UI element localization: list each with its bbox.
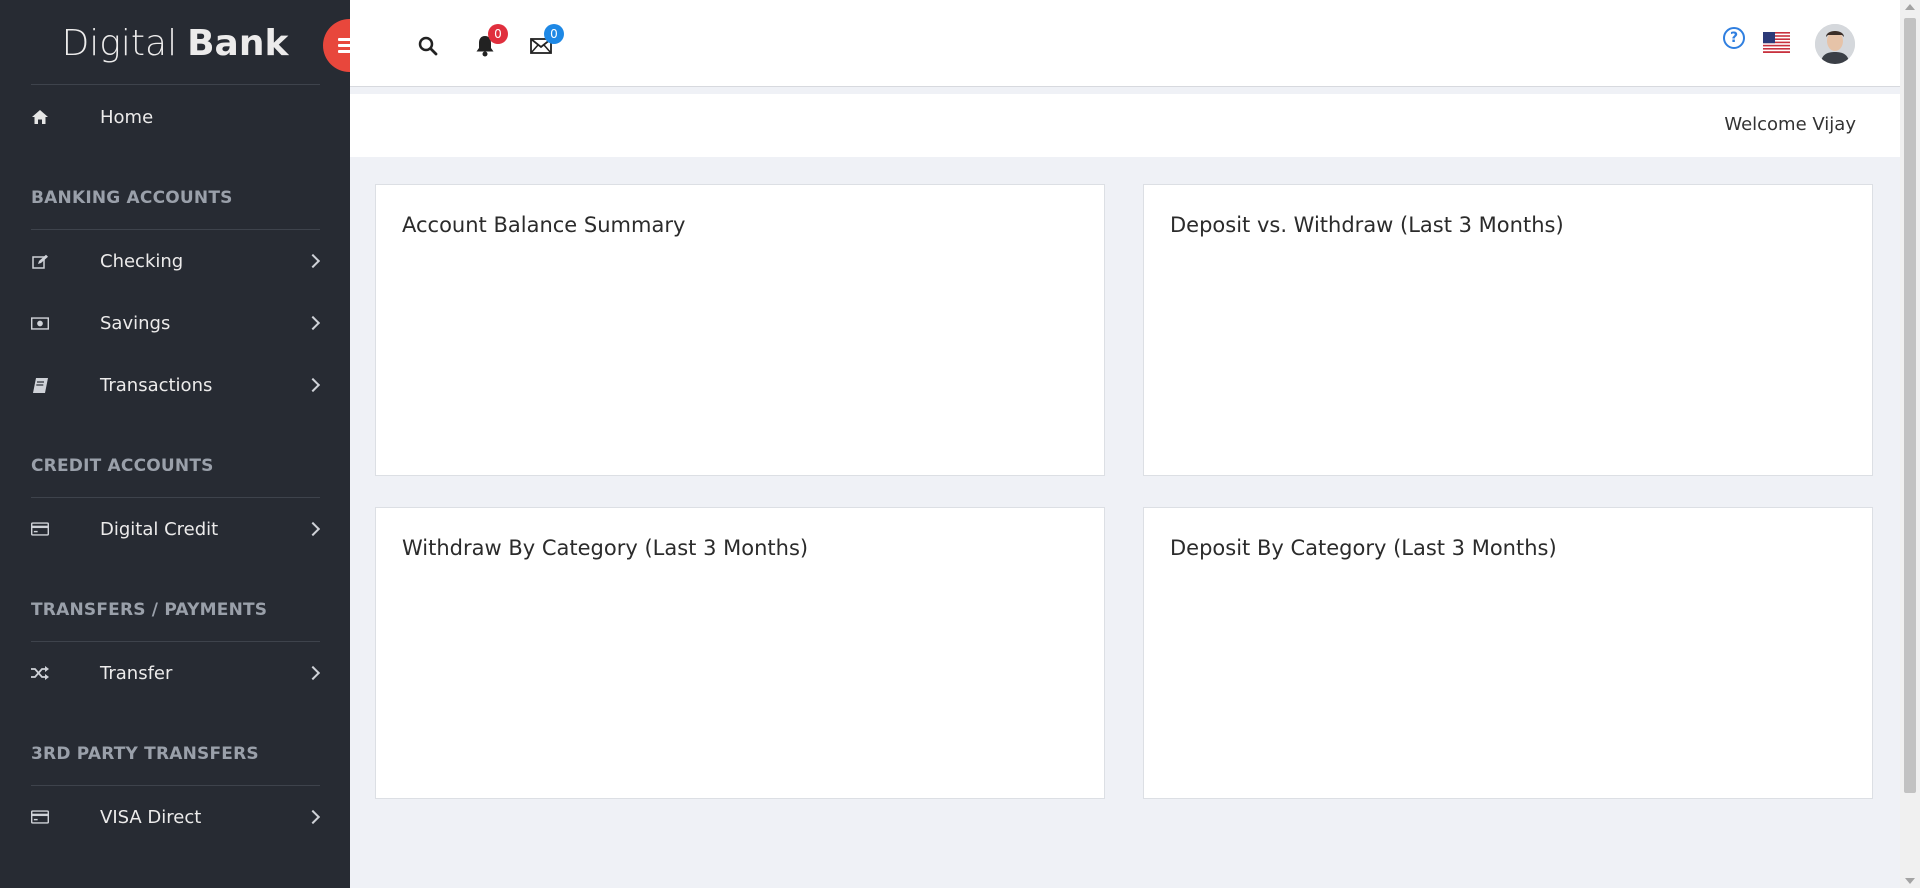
card-title: Deposit By Category (Last 3 Months): [1170, 536, 1557, 560]
user-avatar-icon: [1815, 24, 1855, 64]
sidebar-item-label: Savings: [100, 312, 171, 334]
section-title-third-party: 3RD PARTY TRANSFERS: [31, 744, 259, 764]
sidebar-item-label: Transactions: [100, 374, 213, 396]
sidebar-item-label: Home: [100, 106, 154, 128]
sidebar-item-label: VISA Direct: [100, 806, 202, 828]
scrollbar-thumb[interactable]: [1904, 18, 1916, 793]
scroll-down-arrow-icon[interactable]: [1905, 878, 1915, 884]
sidebar: Digital Bank Home BANKING ACCOUNTS Check…: [0, 0, 350, 888]
notifications-button[interactable]: 0: [472, 24, 508, 59]
card-title: Account Balance Summary: [402, 213, 686, 237]
sidebar-item-label: Digital Credit: [100, 518, 219, 540]
chevron-right-icon: [305, 521, 321, 537]
credit-card-icon: [31, 808, 49, 826]
section-title-transfers: TRANSFERS / PAYMENTS: [31, 600, 268, 620]
card-title: Deposit vs. Withdraw (Last 3 Months): [1170, 213, 1564, 237]
card-account-balance-summary: Account Balance Summary: [375, 184, 1105, 476]
sidebar-item-checking[interactable]: Checking: [0, 230, 350, 292]
top-bar: 0 0: [350, 0, 1900, 87]
sidebar-item-transfer[interactable]: Transfer: [0, 642, 350, 704]
us-flag-icon[interactable]: [1763, 32, 1790, 53]
sidebar-item-digital-credit[interactable]: Digital Credit: [0, 498, 350, 560]
messages-button[interactable]: 0: [528, 24, 564, 59]
section-title-credit: CREDIT ACCOUNTS: [31, 456, 214, 476]
welcome-bar: Welcome Vijay: [350, 94, 1900, 157]
welcome-message: Welcome Vijay: [1724, 114, 1856, 135]
credit-card-icon: [31, 520, 49, 538]
notifications-badge: 0: [488, 24, 508, 44]
chevron-right-icon: [305, 315, 321, 331]
chevron-right-icon: [305, 377, 321, 393]
home-icon: [31, 108, 49, 126]
shuffle-icon: [31, 664, 49, 682]
scroll-up-arrow-icon[interactable]: [1905, 4, 1915, 10]
vertical-scrollbar[interactable]: [1900, 0, 1920, 888]
sidebar-item-label: Transfer: [100, 662, 173, 684]
avatar[interactable]: [1815, 24, 1855, 64]
brand-light: Digital: [61, 22, 178, 64]
sidebar-item-label: Checking: [100, 250, 184, 272]
chevron-right-icon: [305, 665, 321, 681]
sidebar-item-visa-direct[interactable]: VISA Direct: [0, 786, 350, 848]
help-icon[interactable]: ?: [1723, 27, 1745, 49]
messages-badge: 0: [544, 24, 564, 44]
search-icon: [418, 36, 438, 56]
card-deposit-vs-withdraw: Deposit vs. Withdraw (Last 3 Months): [1143, 184, 1873, 476]
section-title-banking: BANKING ACCOUNTS: [31, 188, 233, 208]
card-title: Withdraw By Category (Last 3 Months): [402, 536, 809, 560]
sidebar-item-transactions[interactable]: Transactions: [0, 354, 350, 416]
money-icon: [31, 314, 49, 332]
card-withdraw-by-category: Withdraw By Category (Last 3 Months): [375, 507, 1105, 799]
sidebar-item-savings[interactable]: Savings: [0, 292, 350, 354]
search-button[interactable]: [415, 33, 441, 59]
sidebar-item-home[interactable]: Home: [0, 86, 350, 148]
edit-icon: [31, 252, 49, 270]
book-icon: [31, 376, 49, 394]
card-deposit-by-category: Deposit By Category (Last 3 Months): [1143, 507, 1873, 799]
brand-bold: Bank: [187, 22, 289, 64]
brand-divider: [31, 84, 320, 85]
chevron-right-icon: [305, 809, 321, 825]
brand-logo[interactable]: Digital Bank: [0, 0, 350, 86]
chevron-right-icon: [305, 253, 321, 269]
